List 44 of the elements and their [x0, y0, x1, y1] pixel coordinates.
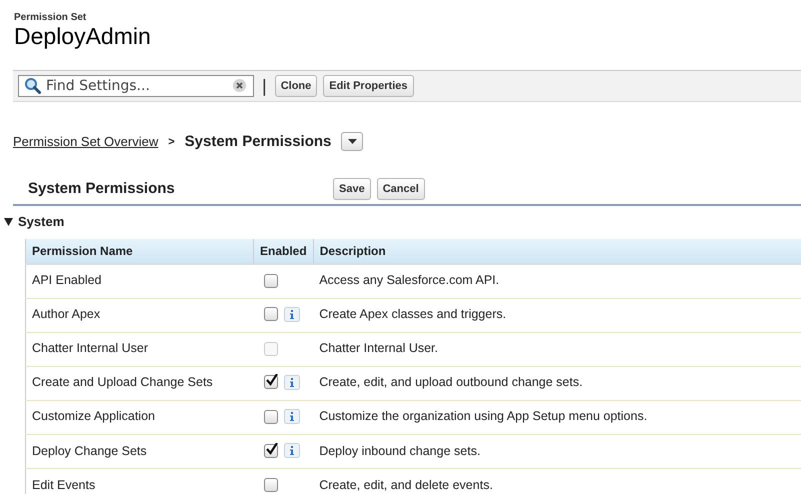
section-button[interactable]: Cancel	[376, 178, 425, 200]
info-icon[interactable]	[284, 306, 300, 322]
toolbar-button[interactable]: Edit Properties	[323, 75, 414, 97]
info-icon[interactable]	[284, 443, 300, 458]
permission-name: Create and Upload Change Sets	[26, 366, 254, 400]
permission-name: Customize Application	[26, 400, 254, 435]
permission-name: Author Apex	[26, 298, 254, 332]
permission-name: API Enabled	[26, 264, 254, 298]
permission-description: Create, edit, and upload outbound change sets.	[313, 366, 801, 400]
permission-description: Create, edit, and delete events.	[313, 468, 801, 494]
info-icon[interactable]	[284, 374, 300, 390]
page-subtitle: Permission Set	[14, 12, 88, 23]
search-field[interactable]: Find Settings...	[18, 75, 254, 97]
column-header: Enabled	[254, 239, 314, 264]
page-title: DeployAdmin	[14, 23, 152, 49]
permission-description: Chatter Internal User.	[313, 332, 801, 366]
collapse-triangle-icon[interactable]	[4, 218, 13, 226]
permission-name: Chatter Internal User	[26, 332, 254, 366]
section-button[interactable]: Save	[333, 178, 371, 200]
enabled-checkbox[interactable]	[264, 478, 278, 492]
permission-description: Create Apex classes and triggers.	[313, 298, 801, 332]
breadcrumb-separator: >	[168, 136, 175, 148]
enabled-checkbox[interactable]	[264, 307, 278, 322]
clear-icon[interactable]	[233, 79, 246, 92]
permission-description: Access any Salesforce.com API.	[313, 264, 801, 298]
column-header: Description	[313, 239, 801, 264]
enabled-checkbox[interactable]	[264, 274, 278, 288]
permission-description: Customize the organization using App Setup menu options.	[313, 400, 801, 435]
permission-description: Deploy inbound change sets.	[313, 434, 801, 469]
group-title: System	[18, 214, 64, 229]
permission-name: Deploy Change Sets	[26, 434, 254, 469]
breadcrumb-current: System Permissions	[184, 133, 332, 150]
info-icon[interactable]	[284, 409, 300, 424]
caret-icon	[348, 139, 357, 144]
toolbar-separator: |	[262, 76, 267, 96]
enabled-checkbox[interactable]	[264, 444, 278, 458]
section-title: System Permissions	[27, 180, 176, 197]
enabled-checkbox[interactable]	[264, 410, 278, 424]
column-header: Permission Name	[26, 239, 254, 264]
dropdown-button[interactable]	[341, 132, 364, 151]
permission-name: Edit Events	[26, 468, 254, 494]
toolbar-button[interactable]: Clone	[274, 75, 318, 97]
enabled-checkbox[interactable]	[264, 375, 278, 390]
breadcrumb-link[interactable]: Permission Set Overview	[13, 134, 158, 149]
